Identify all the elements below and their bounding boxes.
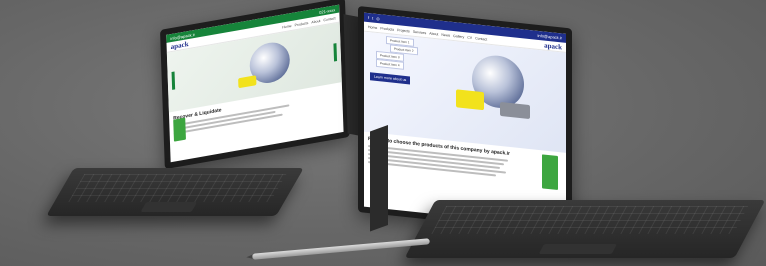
- right-menu-item[interactable]: Projects: [397, 28, 410, 33]
- left-menu-item[interactable]: About: [311, 18, 320, 24]
- twitter-icon[interactable]: t: [372, 15, 373, 20]
- left-tablet: info@apack.ir 021-xxxx apack Home Produc…: [160, 0, 368, 170]
- trackpad: [538, 244, 617, 254]
- trackpad: [140, 202, 197, 212]
- right-menu-item[interactable]: Contact: [475, 36, 487, 41]
- truck-image: [456, 89, 484, 111]
- truck-image: [238, 75, 257, 89]
- right-menu-item[interactable]: Services: [413, 29, 426, 34]
- left-tablet-bezel: info@apack.ir 021-xxxx apack Home Produc…: [160, 0, 350, 170]
- left-menu-item[interactable]: Home: [282, 23, 291, 29]
- right-menu-item[interactable]: Home: [368, 25, 377, 30]
- facebook-icon[interactable]: f: [368, 15, 369, 20]
- left-slider-arrow[interactable]: [171, 71, 176, 90]
- instagram-icon[interactable]: ◎: [376, 16, 380, 21]
- dropdown-menu-item[interactable]: Product Item 4: [376, 58, 404, 70]
- right-menu-item[interactable]: News: [441, 32, 450, 37]
- right-menu-item[interactable]: Gallery: [453, 34, 464, 39]
- right-kickstand: [370, 124, 388, 232]
- forklift-image: [173, 117, 186, 142]
- right-logo[interactable]: apack: [544, 41, 562, 51]
- left-tablet-screen: info@apack.ir 021-xxxx apack Home Produc…: [166, 4, 344, 163]
- pen-tip: [246, 254, 253, 260]
- right-menu-item[interactable]: Products: [380, 26, 394, 31]
- left-menu-item[interactable]: Products: [294, 20, 308, 26]
- cargo-image: [500, 101, 530, 120]
- product-photo-scene: info@apack.ir 021-xxxx apack Home Produc…: [0, 0, 766, 266]
- right-menu-item[interactable]: CV: [467, 35, 472, 40]
- right-keyboard: [404, 200, 766, 258]
- right-slider-arrow[interactable]: [333, 43, 338, 62]
- stylus-pen: [246, 238, 430, 260]
- left-menu-item[interactable]: Contact: [323, 16, 335, 22]
- right-tablet-screen: f t ◎ info@apack.ir Home Products Projec…: [364, 12, 566, 228]
- left-keyboard: [46, 168, 304, 216]
- right-menu-item[interactable]: About: [429, 31, 438, 36]
- cta-button[interactable]: Learn more about us: [370, 72, 411, 85]
- forklift-image: [542, 154, 558, 191]
- keyboard-keys: [431, 206, 749, 234]
- keyboard-keys: [68, 174, 287, 202]
